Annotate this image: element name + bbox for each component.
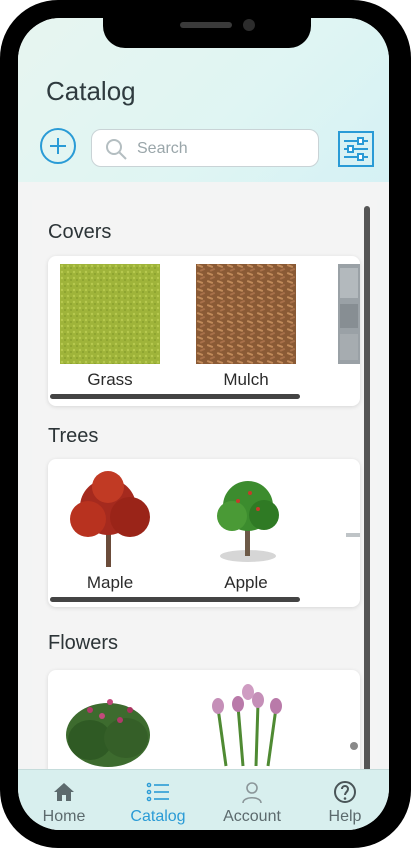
item-tulips[interactable] [198, 678, 298, 770]
flowers-carousel[interactable] [48, 670, 360, 780]
apple-tree-image [217, 481, 279, 562]
tulips-image [212, 684, 282, 767]
grass-thumbnail [60, 264, 160, 364]
covers-hscrollbar[interactable] [50, 394, 300, 399]
section-title-covers: Covers [48, 221, 112, 243]
bottom-tab-bar: Home Catalog Account Help [18, 769, 389, 830]
item-label-mulch: Mulch [223, 370, 269, 389]
tab-home[interactable]: Home [18, 770, 110, 830]
page-title: Catalog [46, 76, 136, 106]
trees-carousel[interactable]: Maple Apple [48, 459, 360, 607]
item-partial-stone[interactable] [338, 264, 360, 364]
partial-flower-image [350, 742, 358, 750]
filter-icon[interactable] [338, 131, 374, 167]
section-title-flowers: Flowers [48, 632, 119, 654]
user-icon [242, 782, 262, 804]
tab-label-catalog: Catalog [130, 808, 186, 825]
phone-frame: Catalog Search Covers Grass Mulch Trees … [0, 0, 411, 848]
mulch-thumbnail [196, 264, 296, 364]
item-label-apple: Apple [224, 573, 268, 592]
home-icon [54, 783, 74, 801]
item-label-grass: Grass [87, 370, 133, 389]
item-label-maple: Maple [86, 573, 134, 592]
item-grass[interactable] [60, 264, 160, 364]
tab-label-home: Home [42, 808, 86, 825]
add-button[interactable] [40, 128, 76, 164]
item-flower-bush[interactable] [60, 680, 160, 770]
item-apple[interactable] [198, 471, 298, 571]
vertical-scrollbar[interactable] [364, 206, 370, 786]
section-title-trees: Trees [48, 425, 99, 447]
front-camera [243, 19, 255, 31]
maple-tree-image [70, 471, 150, 567]
list-icon [146, 782, 169, 802]
tab-account[interactable]: Account [206, 770, 298, 830]
tab-catalog[interactable]: Catalog [112, 770, 204, 830]
tab-help[interactable]: Help [299, 770, 389, 830]
flower-bush-image [66, 699, 150, 767]
tab-label-account: Account [223, 808, 281, 825]
trees-hscrollbar[interactable] [50, 597, 300, 602]
speaker-grille [180, 22, 232, 28]
app-screen: Catalog Search Covers Grass Mulch Trees … [18, 18, 389, 830]
item-mulch[interactable] [196, 264, 296, 364]
item-maple[interactable] [58, 467, 162, 571]
search-icon [106, 139, 127, 160]
covers-carousel[interactable]: Grass Mulch [48, 256, 360, 406]
stone-thumbnail [338, 264, 360, 364]
partial-tree-image [346, 533, 360, 537]
tab-label-help: Help [328, 808, 362, 825]
search-input[interactable]: Search [91, 129, 319, 167]
search-placeholder: Search [137, 140, 188, 157]
help-icon [334, 781, 356, 803]
